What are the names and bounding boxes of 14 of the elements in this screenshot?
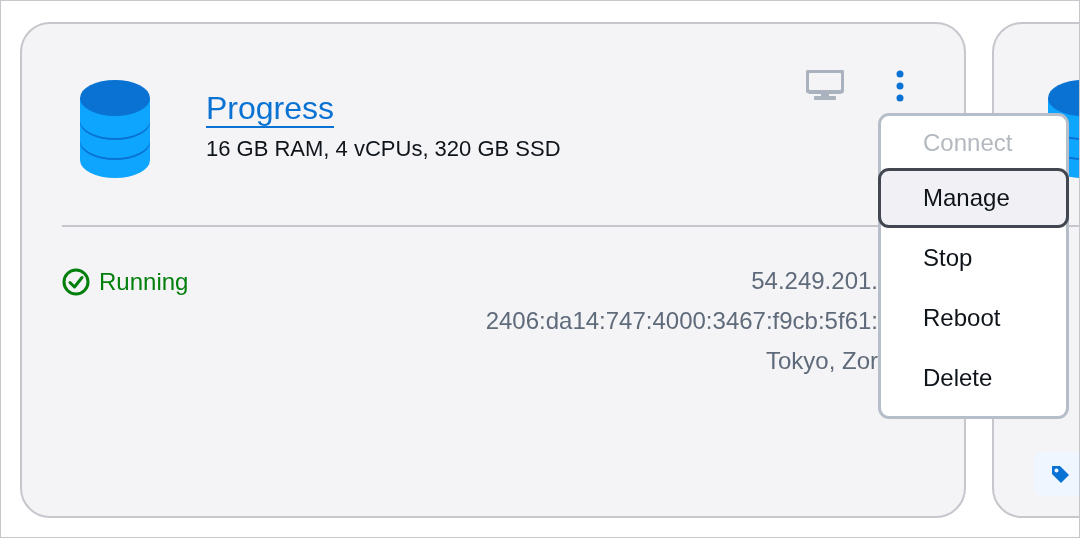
instance-detail: Tokyo, Zor [765,346,878,376]
check-circle-icon [62,268,90,296]
menu-item[interactable]: Stop [878,228,1069,288]
status-label: Running [99,268,189,296]
instance-detail: 54.249.201. [751,266,878,296]
instance-detail: 2406:da14:747:4000:3467:f9cb:5f61: [485,306,878,336]
instance-specs: 16 GB RAM, 4 vCPUs, 320 GB SSD [206,136,561,162]
menu-item[interactable]: Delete [878,348,1069,408]
database-icon [80,80,150,180]
menu-item[interactable]: Reboot [878,288,1069,348]
more-options-icon[interactable] [896,70,904,102]
menu-item[interactable]: Manage [878,168,1069,228]
instance-title-link[interactable]: Progress [206,90,335,128]
tag-icon [1050,464,1070,484]
